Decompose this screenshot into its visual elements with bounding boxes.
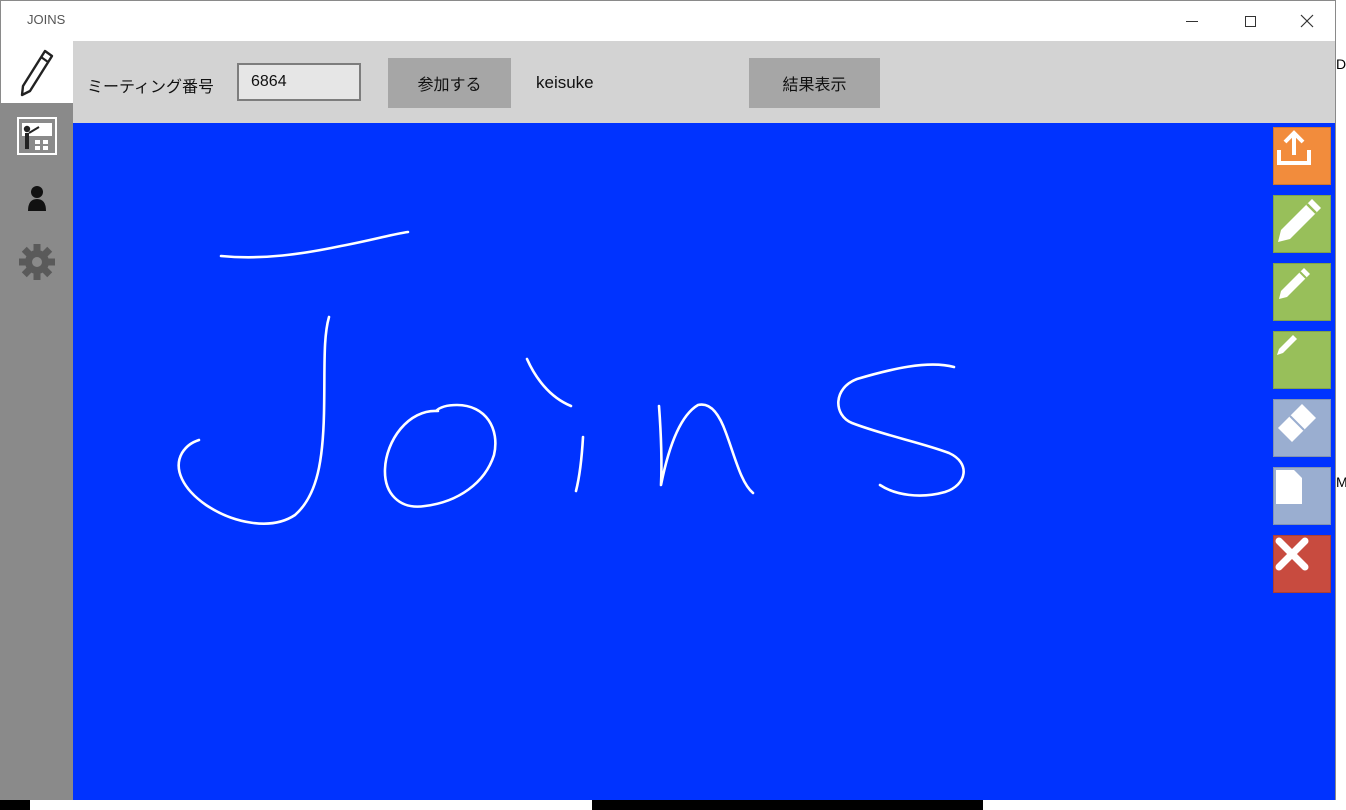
- pen-small-icon: [1277, 335, 1297, 355]
- eraser-button[interactable]: [1273, 399, 1331, 457]
- maximize-button[interactable]: [1221, 1, 1279, 41]
- pen-medium-button[interactable]: [1273, 263, 1331, 321]
- title-bar[interactable]: JOINS: [1, 1, 1335, 41]
- ink-stroke: [177, 315, 331, 525]
- new-page-button[interactable]: [1273, 467, 1331, 525]
- page-icon: [1276, 470, 1302, 504]
- minimize-button[interactable]: [1163, 1, 1221, 41]
- pen-small-button[interactable]: [1273, 331, 1331, 389]
- pencil-icon: [20, 49, 54, 97]
- background-dark-region: [0, 800, 30, 810]
- pen-large-icon: [1278, 199, 1321, 242]
- pen-large-button[interactable]: [1273, 195, 1331, 253]
- toolbar: ミーティング番号 参加する keisuke 結果表示: [73, 41, 1335, 123]
- presentation-icon: [17, 117, 57, 155]
- close-x-icon: [1300, 14, 1314, 28]
- clear-button[interactable]: [1273, 535, 1331, 593]
- gear-icon: [19, 244, 55, 280]
- background-window-strip: De M: [1336, 0, 1346, 810]
- minimize-icon: [1186, 20, 1198, 22]
- sidebar: [1, 41, 73, 800]
- ink-stroke: [525, 357, 573, 408]
- show-results-button[interactable]: 結果表示: [749, 58, 880, 108]
- sidebar-item-user[interactable]: [1, 167, 73, 229]
- meeting-number-input[interactable]: [237, 63, 361, 101]
- ink-stroke: [219, 230, 410, 259]
- maximize-icon: [1244, 15, 1256, 27]
- ink-stroke: [837, 363, 965, 497]
- join-button[interactable]: 参加する: [388, 58, 511, 108]
- ink-stroke: [383, 403, 497, 508]
- window-close-button[interactable]: [1278, 1, 1336, 41]
- background-text-fragment: De: [1336, 56, 1346, 72]
- sidebar-item-settings[interactable]: [1, 231, 73, 293]
- pen-medium-icon: [1279, 268, 1310, 299]
- handwriting-strokes: [177, 230, 965, 525]
- upload-icon: [1277, 130, 1311, 165]
- drawing-canvas[interactable]: [73, 123, 1335, 800]
- app-window: JOINS ミーティング番号 6864 参加する keisuke 結果表示: [0, 0, 1336, 800]
- user-icon: [28, 186, 46, 211]
- eraser-icon: [1278, 404, 1316, 442]
- upload-button[interactable]: [1273, 127, 1331, 185]
- meeting-number-label: ミーティング番号: [87, 77, 215, 96]
- sidebar-item-whiteboard[interactable]: [1, 41, 73, 103]
- background-bottom-strip: [0, 800, 1346, 810]
- background-text-fragment: M: [1336, 474, 1346, 490]
- background-dark-region: [592, 800, 983, 810]
- app-title: JOINS: [27, 12, 66, 27]
- ink-stroke: [657, 403, 755, 495]
- sidebar-item-presentation[interactable]: [1, 105, 73, 167]
- ink-stroke: [574, 435, 585, 493]
- username-label: keisuke: [536, 73, 594, 92]
- close-icon: [1275, 537, 1309, 571]
